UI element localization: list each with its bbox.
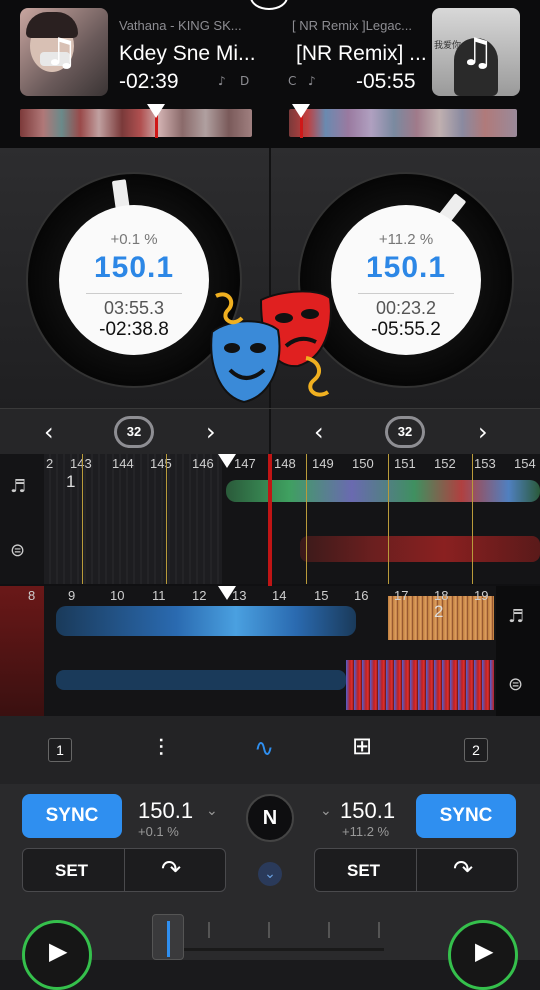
header: ♫ Vathana - KING SK... Kdey Sne Mi... -0…: [0, 0, 540, 148]
deck-b-art-text: 我爱你: [434, 41, 462, 51]
deck-b-waveform-lane[interactable]: 8 9 10 11 12 13 14 15 16 17 18 19 2 ♬ ⊜: [0, 586, 540, 716]
deck-a-loop-prev-button[interactable]: ‹: [44, 418, 54, 446]
play-icon: ▶: [475, 937, 494, 965]
deck-b-remaining-full: -05:55.2: [371, 319, 441, 340]
deck-b-cue-marker[interactable]: 2: [434, 602, 443, 622]
pads-grid-icon[interactable]: ⊞: [352, 732, 372, 760]
deck-b-loop-next-button[interactable]: ›: [478, 418, 488, 446]
deck-1-button[interactable]: 1: [48, 738, 72, 762]
deck-a-drum-icon[interactable]: ⊜: [10, 540, 25, 561]
deck-a-divider: [86, 293, 182, 294]
deck-b-set-button[interactable]: SET: [347, 861, 380, 881]
deck-a-waveform-green: [226, 480, 540, 502]
deck-b-artist: [ NR Remix ]Legac...: [292, 18, 412, 33]
deck-b-pitch-small: +11.2 %: [342, 824, 390, 839]
expand-chevron-icon[interactable]: ⌄: [258, 862, 282, 886]
deck-a-bpm-chevron-icon[interactable]: ⌄: [206, 802, 218, 819]
deck-a-beat-labels: 2 143 144 145 146 147 148 149 150 151 15…: [46, 456, 536, 471]
deck-a-pitch: +0.1 %: [110, 231, 158, 248]
deck-a-remaining-full: -02:38.8: [99, 319, 169, 340]
waveform-view[interactable]: 2 143 144 145 146 147 148 149 150 151 15…: [0, 454, 540, 716]
deck-b-waveform-redblock: [346, 660, 494, 710]
deck-a-overview-waveform[interactable]: [20, 109, 252, 137]
loop-controls: ‹ 32 › ‹ 32 ›: [0, 408, 540, 455]
deck-b-note-icon: ♪: [308, 74, 316, 88]
deck-b-key: C: [288, 74, 297, 88]
deck-a-jump-icon[interactable]: ↷: [161, 855, 181, 883]
deck-a-loop-next-button[interactable]: ›: [206, 418, 216, 446]
deck-a-play-button[interactable]: ▶: [22, 920, 92, 990]
deck-b-beat-labels: 8 9 10 11 12 13 14 15 16 17 18 19: [28, 588, 489, 603]
music-note-icon: ♫: [460, 30, 495, 74]
crossfader-handle[interactable]: [152, 914, 184, 960]
center-n-button[interactable]: N: [246, 794, 294, 842]
deck-b-elapsed: 00:23.2: [375, 298, 437, 318]
deck-a-cue-controls: SET ↷: [22, 848, 226, 892]
deck-2-button[interactable]: 2: [464, 738, 488, 762]
deck-b-divider: [358, 293, 454, 294]
deck-a-key: D: [240, 74, 250, 88]
bottom-controls: 1 ⫶ ∿ ⊞ 2 SYNC 150.1 ⌄ +0.1 % N ⌄ 150.1 …: [0, 716, 540, 990]
deck-b-waveform-low: [56, 670, 346, 690]
deck-b-pitch: +11.2 %: [378, 231, 434, 248]
deck-a-artist: Vathana - KING SK...: [119, 18, 242, 33]
deck-b-platter[interactable]: +11.2 % 150.1 00:23.2 -05:55.2: [331, 205, 481, 355]
deck-a-bpm-small[interactable]: 150.1: [138, 798, 193, 824]
deck-b-drum-icon[interactable]: ⊜: [508, 674, 523, 695]
deck-a-sync-button[interactable]: SYNC: [22, 794, 122, 838]
loop-divider: [269, 409, 271, 455]
play-icon: ▶: [49, 937, 68, 965]
deck-a-cue-marker[interactable]: 1: [66, 472, 75, 492]
crossfader[interactable]: [150, 914, 390, 960]
deck-b-bpm-small[interactable]: 150.1: [340, 798, 395, 824]
deck-a-position-marker: [147, 104, 165, 118]
deck-a-loop-button[interactable]: 32: [114, 416, 154, 448]
deck-a-remaining-time: -02:39: [119, 70, 179, 93]
music-note-icon: ♫: [44, 30, 79, 74]
deck-b-instrument-icon[interactable]: ♬: [508, 606, 524, 627]
deck-b-artwork[interactable]: 我爱你 ♫: [432, 8, 520, 96]
deck-b-overview-waveform[interactable]: [289, 109, 517, 137]
deck-a-elapsed: 03:55.3: [103, 298, 165, 318]
deck-a-waveform-red: [300, 536, 540, 562]
deck-a-beat-marker: [218, 454, 236, 468]
deck-b-jump-icon[interactable]: ↷: [453, 855, 473, 883]
theater-masks-icon: [210, 290, 332, 404]
deck-b-loop-button[interactable]: 32: [385, 416, 425, 448]
waveform-icon[interactable]: ∿: [254, 734, 274, 762]
deck-a-bpm: 150.1: [93, 251, 175, 284]
deck-a-instrument-icon[interactable]: ♬: [10, 476, 26, 497]
deck-a-set-button[interactable]: SET: [55, 861, 88, 881]
deck-a-artwork[interactable]: ♫: [20, 8, 108, 96]
deck-b-sync-button[interactable]: SYNC: [416, 794, 516, 838]
deck-a-platter[interactable]: +0.1 % 150.1 03:55.3 -02:38.8: [59, 205, 209, 355]
deck-b-cue-controls: SET ↷: [314, 848, 518, 892]
deck-b-play-button[interactable]: ▶: [448, 920, 518, 990]
deck-b-waveform-blue: [56, 606, 356, 636]
deck-b-beat-marker: [218, 586, 236, 600]
deck-b-position-marker: [292, 104, 310, 118]
deck-a-note-icon: ♪: [218, 74, 226, 88]
jog-wheel-area: +0.1 % 150.1 03:55.3 -02:38.8 +11.2 % 15…: [0, 148, 540, 408]
deck-b-bpm: 150.1: [365, 251, 447, 284]
top-handle[interactable]: [250, 0, 288, 10]
deck-b-loop-prev-button[interactable]: ‹: [314, 418, 324, 446]
deck-a-title: Kdey Sne Mi...: [119, 42, 256, 65]
deck-b-remaining-time: -05:55: [356, 70, 416, 93]
deck-a-pitch-small: +0.1 %: [138, 824, 179, 839]
mixer-icon[interactable]: ⫶: [158, 734, 164, 762]
deck-b-bpm-chevron-icon[interactable]: ⌄: [320, 802, 332, 819]
deck-b-title: [NR Remix] ...: [296, 42, 426, 65]
